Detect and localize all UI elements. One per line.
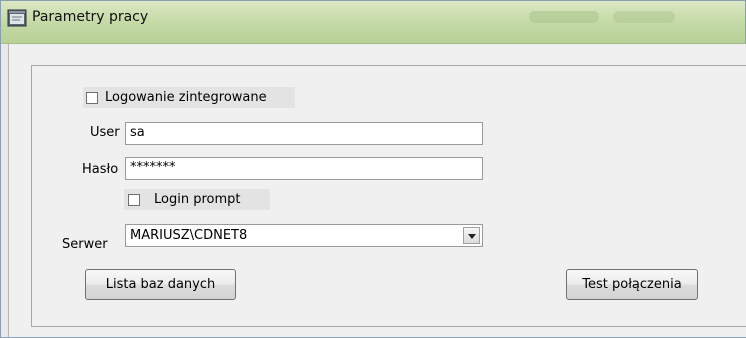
window-form-icon xyxy=(7,9,27,27)
window-title: Parametry pracy xyxy=(32,9,149,25)
title-bar-decoration xyxy=(613,11,675,23)
login-prompt-checkbox[interactable] xyxy=(128,194,140,206)
user-input[interactable]: sa xyxy=(125,122,483,145)
password-label: Hasło xyxy=(82,162,119,177)
database-list-button[interactable]: Lista baz danych xyxy=(85,269,236,300)
integrated-login-checkbox[interactable] xyxy=(86,92,98,104)
user-label: User xyxy=(90,125,120,140)
server-dropdown[interactable]: MARIUSZ\CDNET8 xyxy=(125,224,483,247)
chevron-down-icon[interactable] xyxy=(463,227,480,244)
title-bar[interactable]: Parametry pracy xyxy=(1,1,745,44)
login-prompt-label: Login prompt xyxy=(154,192,241,207)
parametry-pracy-window: Parametry pracy Logowanie zintegrowane U… xyxy=(0,0,746,338)
server-value: MARIUSZ\CDNET8 xyxy=(130,228,248,243)
password-input[interactable]: ******* xyxy=(125,157,483,180)
test-connection-button[interactable]: Test połączenia xyxy=(566,269,698,300)
title-bar-decoration xyxy=(529,11,599,23)
integrated-login-label: Logowanie zintegrowane xyxy=(105,90,267,105)
server-label: Serwer xyxy=(62,237,108,252)
